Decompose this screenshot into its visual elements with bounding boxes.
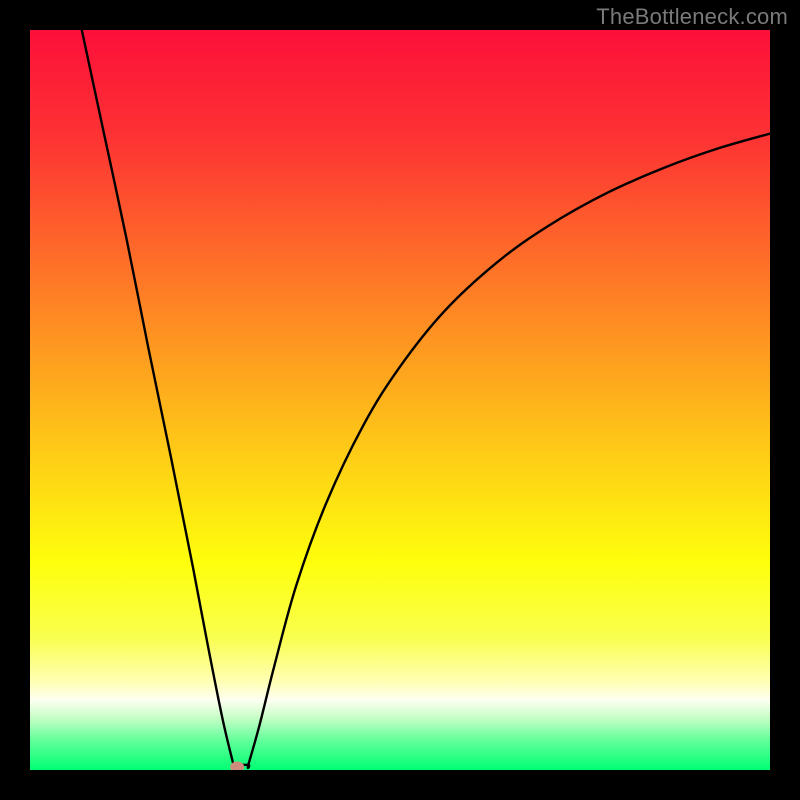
watermark-text: TheBottleneck.com <box>596 4 788 30</box>
plot-area <box>30 30 770 770</box>
gradient-background <box>30 30 770 770</box>
plot-svg <box>30 30 770 770</box>
chart-frame: TheBottleneck.com <box>0 0 800 800</box>
